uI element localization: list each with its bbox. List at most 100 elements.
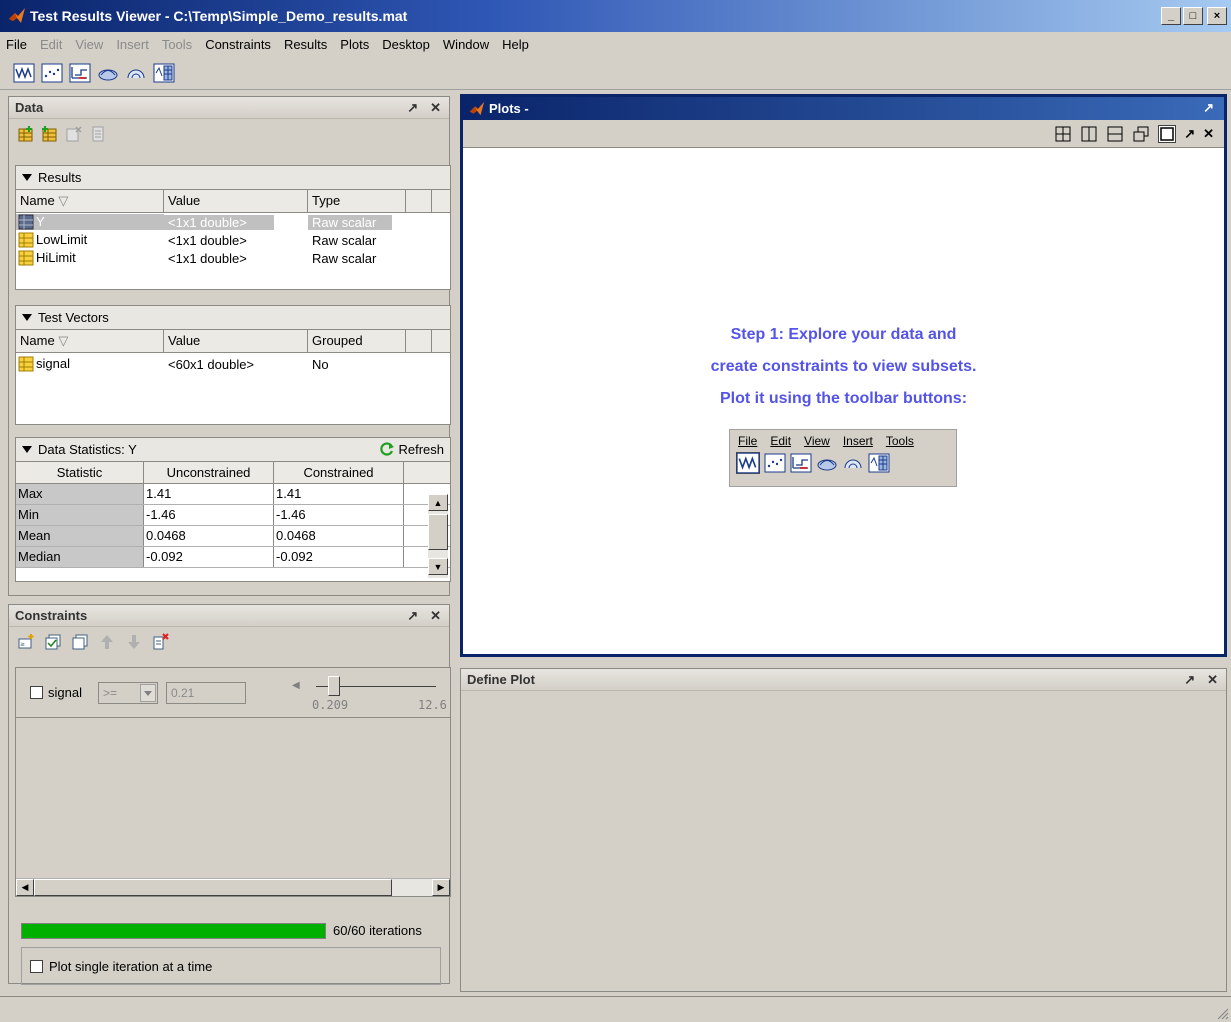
add-result-icon[interactable] <box>17 125 35 143</box>
scalar-table-icon <box>18 232 34 248</box>
column-grouped[interactable]: Grouped <box>308 330 406 352</box>
rows-layout-icon[interactable] <box>1106 125 1124 143</box>
operator-select[interactable]: >= <box>98 682 158 704</box>
undock-icon[interactable]: ↗ <box>407 100 418 116</box>
close-icon[interactable]: ✕ <box>430 100 441 116</box>
table-row[interactable]: LowLimit <1x1 double> Raw scalar <box>16 231 450 249</box>
close-icon[interactable]: ✕ <box>430 608 441 624</box>
instruction-line-2: create constraints to view subsets. <box>710 358 977 375</box>
statistics-table: Statistic Unconstrained Constrained Max … <box>16 462 450 568</box>
menu-results[interactable]: Results <box>284 37 327 52</box>
scroll-down-button[interactable]: ▼ <box>428 558 448 575</box>
menu-file[interactable]: File <box>6 37 27 52</box>
scroll-left-button[interactable]: ◀ <box>16 879 34 896</box>
undock-icon[interactable]: ↗ <box>407 608 418 624</box>
define-plot-panel: Define Plot ↗ ✕ <box>460 668 1227 992</box>
step-plot-icon[interactable] <box>68 62 91 84</box>
table-plot-icon[interactable] <box>152 62 175 84</box>
scroll-up-button[interactable]: ▲ <box>428 494 448 511</box>
single-layout-icon[interactable] <box>1158 124 1177 143</box>
chevron-down-icon <box>140 684 156 702</box>
statistics-vscroll[interactable]: ▲ ▼ <box>428 494 448 578</box>
vector-table-icon <box>18 356 34 372</box>
constraint-label: signal <box>48 685 82 700</box>
define-plot-title: Define Plot <box>467 672 535 687</box>
statistics-section: Data Statistics: Y Refresh Statistic Unc… <box>15 437 451 582</box>
example-menu-tools: Tools <box>885 434 914 448</box>
grid-layout-icon[interactable] <box>1054 125 1072 143</box>
refresh-button[interactable]: Refresh <box>379 441 444 457</box>
close-button[interactable]: × <box>1207 7 1227 25</box>
example-menu-file: File <box>738 434 758 448</box>
column-type[interactable]: Type <box>308 190 406 212</box>
single-iteration-checkbox[interactable] <box>30 959 43 973</box>
scroll-thumb[interactable] <box>428 514 448 550</box>
main-toolbar <box>0 56 1231 90</box>
constraint-value-input[interactable]: 0.21 <box>166 682 246 704</box>
define-plot-header: Define Plot ↗ ✕ <box>461 669 1226 691</box>
results-header[interactable]: Results <box>16 166 450 190</box>
undock-icon[interactable]: ↗ <box>1184 672 1195 688</box>
delete-constraint-icon[interactable] <box>152 633 170 651</box>
menu-help[interactable]: Help <box>502 37 529 52</box>
scroll-right-button[interactable]: ▶ <box>432 879 450 896</box>
column-name[interactable]: Name ▽ <box>16 330 164 352</box>
statistics-header[interactable]: Data Statistics: Y Refresh <box>16 438 450 462</box>
table-row[interactable]: Y <1x1 double> Raw scalar <box>16 213 450 231</box>
scatter-plot-icon[interactable] <box>40 62 63 84</box>
test-vectors-section: Test Vectors Name ▽ Value Grouped signal… <box>15 305 451 425</box>
menu-desktop[interactable]: Desktop <box>382 37 430 52</box>
constraint-enable-checkbox[interactable] <box>30 686 43 699</box>
scroll-thumb[interactable] <box>34 879 392 896</box>
undock-icon[interactable]: ↗ <box>1184 126 1195 142</box>
status-bar <box>0 996 1231 1022</box>
close-icon[interactable]: ✕ <box>1207 672 1218 688</box>
test-vectors-title: Test Vectors <box>38 310 109 325</box>
move-down-icon[interactable] <box>125 633 143 651</box>
surface-plot-icon[interactable] <box>96 62 119 84</box>
menu-plots[interactable]: Plots <box>340 37 369 52</box>
menu-window[interactable]: Window <box>443 37 489 52</box>
columns-layout-icon[interactable] <box>1080 125 1098 143</box>
statistics-title: Data Statistics: Y <box>38 442 137 457</box>
scatter-plot-icon <box>764 453 786 473</box>
resize-grip-icon[interactable] <box>1215 1006 1229 1020</box>
close-icon[interactable]: ✕ <box>1203 126 1214 142</box>
column-value[interactable]: Value <box>164 330 308 352</box>
slider-left-arrow-icon[interactable]: ◀ <box>292 680 300 691</box>
enable-all-icon[interactable] <box>44 633 62 651</box>
menu-constraints[interactable]: Constraints <box>205 37 271 52</box>
collapse-triangle-icon <box>22 314 32 321</box>
column-name[interactable]: Name ▽ <box>16 190 164 212</box>
test-vectors-header[interactable]: Test Vectors <box>16 306 450 330</box>
move-up-icon[interactable] <box>98 633 116 651</box>
column-statistic[interactable]: Statistic <box>16 462 144 483</box>
add-vector-icon[interactable] <box>41 125 59 143</box>
constraint-slider[interactable] <box>316 676 438 696</box>
single-iteration-label: Plot single iteration at a time <box>49 958 213 974</box>
window-title: Test Results Viewer - C:\Temp\Simple_Dem… <box>30 8 408 24</box>
properties-icon[interactable] <box>89 125 107 143</box>
step-plot-icon <box>790 453 812 473</box>
table-row[interactable]: HiLimit <1x1 double> Raw scalar <box>16 249 450 267</box>
polar-plot-icon[interactable] <box>124 62 147 84</box>
constraint-row: signal >= 0.21 ◀ 0.209 12.6 <box>16 668 450 718</box>
undock-icon[interactable]: ↗ <box>1203 100 1214 116</box>
column-unconstrained[interactable]: Unconstrained <box>144 462 274 483</box>
new-constraint-icon[interactable]: ≥ <box>17 633 35 651</box>
floating-layout-icon[interactable] <box>1132 125 1150 143</box>
test-vectors-column-header: Name ▽ Value Grouped <box>16 330 450 353</box>
disable-all-icon[interactable] <box>71 633 89 651</box>
maximize-button[interactable]: □ <box>1183 7 1203 25</box>
scalar-table-icon <box>18 250 34 266</box>
table-row[interactable]: signal <60x1 double> No <box>16 355 450 373</box>
minimize-button[interactable]: _ <box>1161 7 1181 25</box>
table-plot-icon <box>868 453 890 473</box>
column-value[interactable]: Value <box>164 190 308 212</box>
column-constrained[interactable]: Constrained <box>274 462 404 483</box>
slider-thumb[interactable] <box>328 676 340 696</box>
constraints-hscroll[interactable]: ◀ ▶ <box>16 878 450 896</box>
line-plot-icon[interactable] <box>12 62 35 84</box>
delete-data-icon[interactable] <box>65 125 83 143</box>
instruction-line-3: Plot it using the toolbar buttons: <box>719 390 968 407</box>
